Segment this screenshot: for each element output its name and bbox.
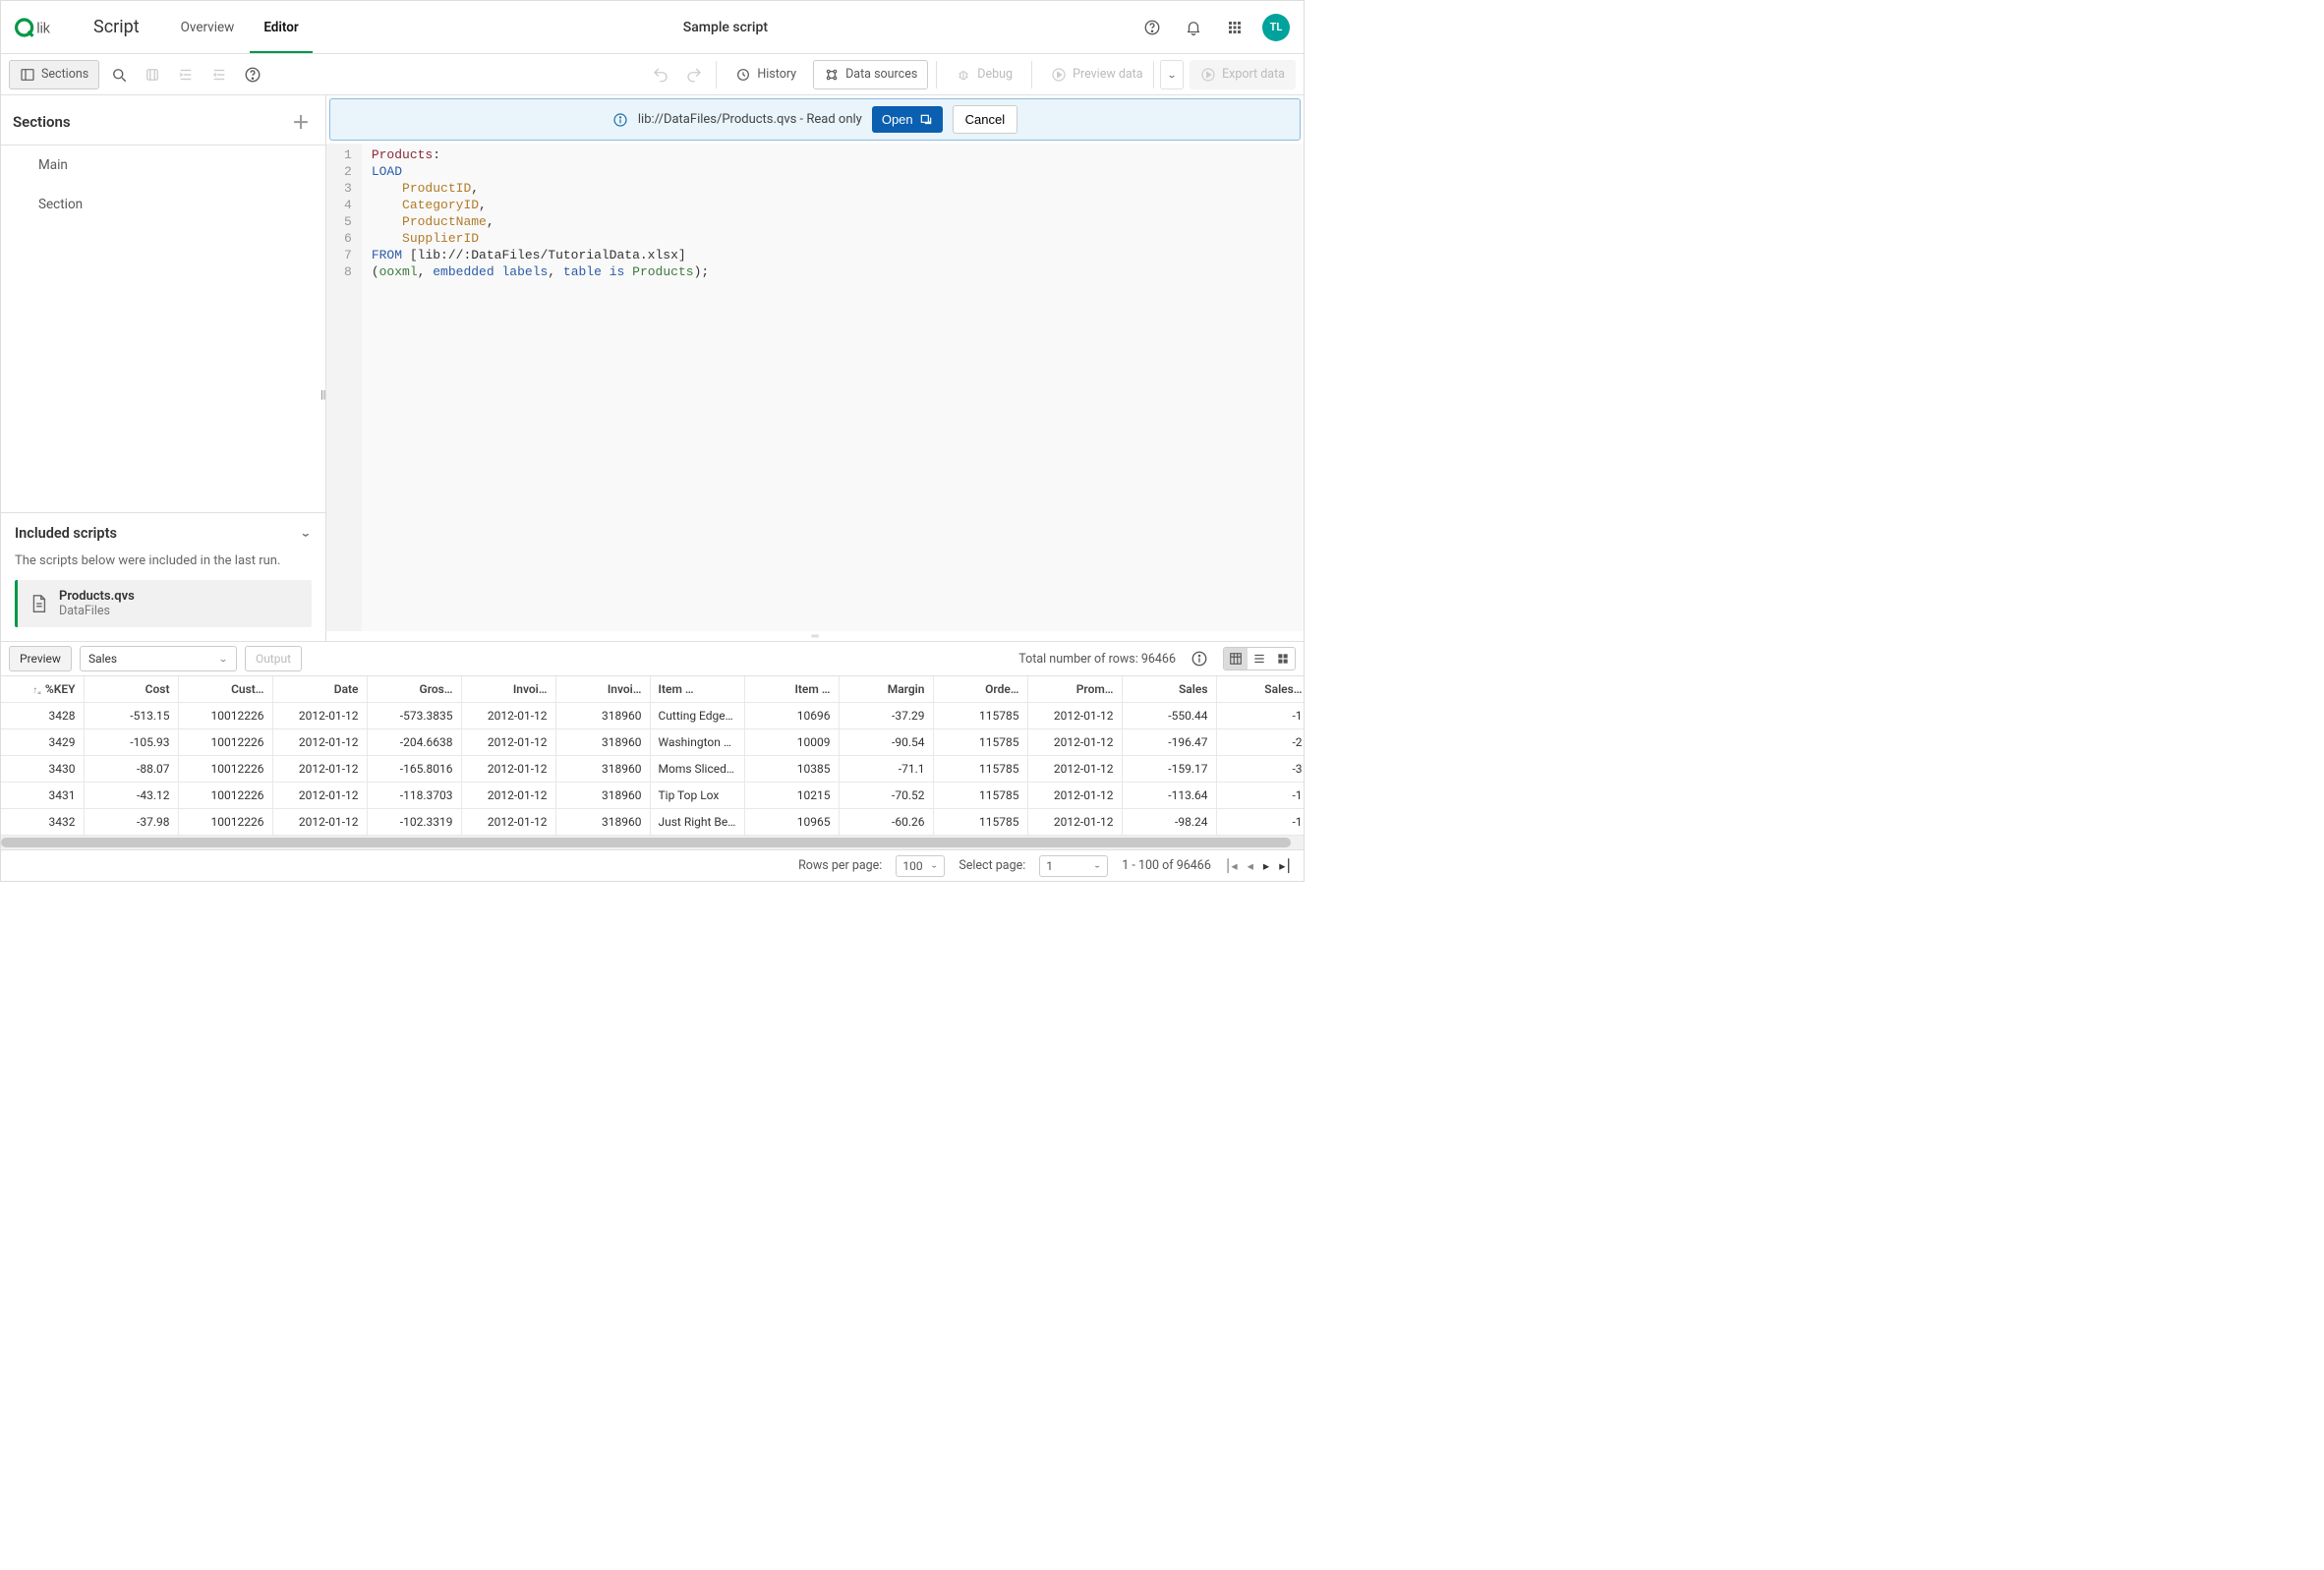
column-header[interactable]: Item …	[744, 676, 839, 703]
add-section-button[interactable]: ＋	[292, 109, 310, 135]
horizontal-scrollbar[interactable]	[1, 836, 1304, 849]
sections-toggle-label: Sections	[41, 67, 88, 82]
horizontal-resize-handle[interactable]: ═	[326, 631, 1304, 641]
page-title: Sample script	[313, 20, 1138, 35]
table-row[interactable]: 3429-105.93100122262012-01-12-204.663820…	[1, 729, 1304, 756]
column-header[interactable]: Sales…	[1216, 676, 1304, 703]
undo-icon	[647, 61, 674, 88]
logo[interactable]: lik	[15, 14, 70, 41]
grid-view-icon[interactable]	[1271, 648, 1295, 669]
sections-toggle[interactable]: Sections	[9, 60, 99, 89]
column-header[interactable]: Sales	[1122, 676, 1216, 703]
history-button[interactable]: History	[725, 60, 807, 89]
column-header[interactable]: Prom…	[1027, 676, 1122, 703]
debug-button: Debug	[945, 60, 1023, 89]
sidebar-resize-handle[interactable]: ||	[320, 388, 325, 401]
chevron-down-icon: ⌄	[300, 528, 312, 540]
chevron-down-icon: ⌄	[218, 654, 228, 664]
tab-editor[interactable]: Editor	[250, 2, 312, 53]
tab-overview[interactable]: Overview	[167, 2, 249, 53]
table-row[interactable]: 3430-88.07100122262012-01-12-165.8016201…	[1, 756, 1304, 783]
preview-tab[interactable]: Preview	[9, 646, 72, 671]
outdent-icon	[205, 61, 233, 88]
script-label: Script	[93, 17, 140, 37]
preview-data-button: Preview data	[1040, 60, 1154, 89]
app-grid-icon[interactable]	[1221, 14, 1249, 41]
prev-page-button[interactable]: ◂	[1248, 858, 1253, 874]
column-header[interactable]: Invoi…	[461, 676, 555, 703]
info-icon[interactable]	[1186, 645, 1213, 672]
svg-text:lik: lik	[36, 21, 50, 36]
column-header[interactable]: ↑₌%KEY	[1, 676, 84, 703]
column-header[interactable]: Margin	[839, 676, 933, 703]
notifications-icon[interactable]	[1180, 14, 1207, 41]
included-script-name: Products.qvs	[59, 589, 135, 604]
included-script-location: DataFiles	[59, 604, 135, 618]
table-row[interactable]: 3431-43.12100122262012-01-12-118.3703201…	[1, 783, 1304, 809]
page-select[interactable]: 1⌄	[1039, 855, 1108, 877]
sidebar-item-section[interactable]: Section	[1, 185, 325, 224]
open-button[interactable]: Open	[872, 106, 943, 133]
column-header[interactable]: Date	[272, 676, 367, 703]
select-page-label: Select page:	[959, 858, 1025, 873]
data-sources-button[interactable]: Data sources	[813, 60, 928, 89]
page-range: 1 - 100 of 96466	[1122, 858, 1211, 873]
list-view-icon[interactable]	[1248, 648, 1271, 669]
column-header[interactable]: Gros…	[367, 676, 461, 703]
table-row[interactable]: 3432-37.98100122262012-01-12-102.3319201…	[1, 809, 1304, 836]
help-icon[interactable]	[1138, 14, 1166, 41]
redo-icon	[680, 61, 708, 88]
info-icon	[612, 112, 628, 128]
table-select[interactable]: Sales ⌄	[80, 646, 237, 671]
column-header[interactable]: Item …	[650, 676, 744, 703]
rows-per-page-label: Rows per page:	[798, 858, 882, 873]
preview-dropdown[interactable]: ⌄	[1160, 60, 1184, 89]
code-editor[interactable]: 12345678 Products:LOAD ProductID, Catego…	[326, 144, 1304, 631]
comment-icon	[139, 61, 166, 88]
table-row[interactable]: 3428-513.15100122262012-01-12-573.383520…	[1, 703, 1304, 729]
view-toggle[interactable]	[1223, 647, 1296, 670]
rowcount-label: Total number of rows: 96466	[1018, 652, 1176, 667]
output-button: Output	[245, 646, 302, 671]
next-page-button[interactable]: ▸	[1263, 858, 1269, 874]
sections-title: Sections	[13, 113, 71, 131]
included-scripts-toggle[interactable]: Included scripts ⌄	[1, 513, 325, 553]
readonly-banner: lib://DataFiles/Products.qvs - Read only…	[329, 98, 1301, 141]
column-header[interactable]: Cost	[84, 676, 178, 703]
last-page-button[interactable]: ▸⎮	[1279, 858, 1292, 874]
help-editor-icon[interactable]	[239, 61, 266, 88]
included-script-item[interactable]: Products.qvs DataFiles	[15, 580, 312, 627]
indent-icon	[172, 61, 200, 88]
first-page-button[interactable]: ⎮◂	[1225, 858, 1238, 874]
column-header[interactable]: Cust…	[178, 676, 272, 703]
included-scripts-desc: The scripts below were included in the l…	[1, 553, 325, 580]
data-grid[interactable]: ↑₌%KEYCostCust…DateGros…Invoi…Invoi…Item…	[1, 675, 1304, 836]
column-header[interactable]: Orde…	[933, 676, 1027, 703]
rows-per-page-select[interactable]: 100⌄	[896, 855, 945, 877]
export-data-button: Export data	[1190, 60, 1296, 89]
column-header[interactable]: Invoi…	[555, 676, 650, 703]
search-icon[interactable]	[105, 61, 133, 88]
sidebar-item-main[interactable]: Main	[1, 145, 325, 185]
table-view-icon[interactable]	[1224, 648, 1248, 669]
cancel-button[interactable]: Cancel	[953, 105, 1017, 134]
script-file-icon	[28, 593, 49, 614]
banner-path: lib://DataFiles/Products.qvs - Read only	[638, 112, 862, 127]
avatar[interactable]: TL	[1262, 14, 1290, 41]
open-external-icon	[919, 113, 933, 127]
